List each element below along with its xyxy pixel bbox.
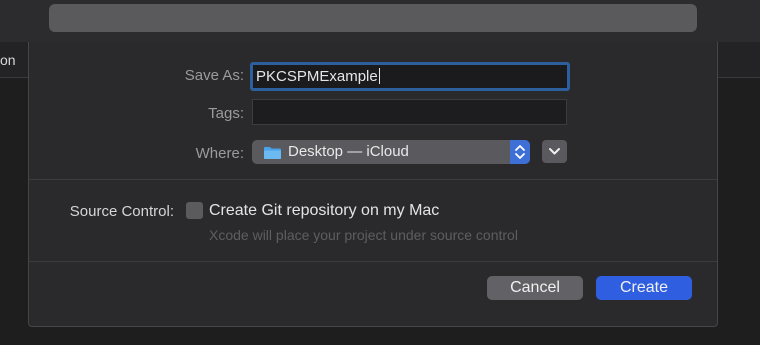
where-value: Desktop — iCloud: [288, 143, 409, 160]
chevron-down-icon: [549, 148, 560, 155]
popup-arrows-icon: [510, 140, 530, 164]
where-popup-button[interactable]: Desktop — iCloud: [252, 140, 530, 164]
save-as-value: PKCSPMExample: [256, 68, 378, 85]
folder-icon: [264, 147, 281, 159]
save-as-field[interactable]: PKCSPMExample: [250, 62, 570, 91]
create-button[interactable]: Create: [596, 276, 692, 300]
background-partial-text: on: [0, 52, 16, 68]
where-expand-button[interactable]: [542, 140, 567, 163]
cancel-button[interactable]: Cancel: [487, 276, 583, 300]
tags-field[interactable]: [252, 99, 567, 125]
source-control-label: Source Control:: [69, 203, 174, 220]
git-repository-checkbox[interactable]: [186, 202, 203, 219]
footer-divider: [29, 261, 717, 262]
tags-label: Tags:: [208, 105, 244, 122]
window-titlebar: [0, 0, 760, 42]
toolbar-activity-bar[interactable]: [49, 4, 697, 32]
git-repository-label[interactable]: Create Git repository on my Mac: [209, 202, 439, 220]
save-dialog-sheet: Save As: PKCSPMExample Tags: Where: Desk…: [28, 42, 718, 327]
section-divider: [29, 179, 717, 180]
save-as-label: Save As:: [184, 67, 244, 84]
source-control-hint: Xcode will place your project under sour…: [209, 227, 518, 243]
text-caret: [378, 68, 380, 84]
where-label: Where:: [195, 145, 244, 162]
